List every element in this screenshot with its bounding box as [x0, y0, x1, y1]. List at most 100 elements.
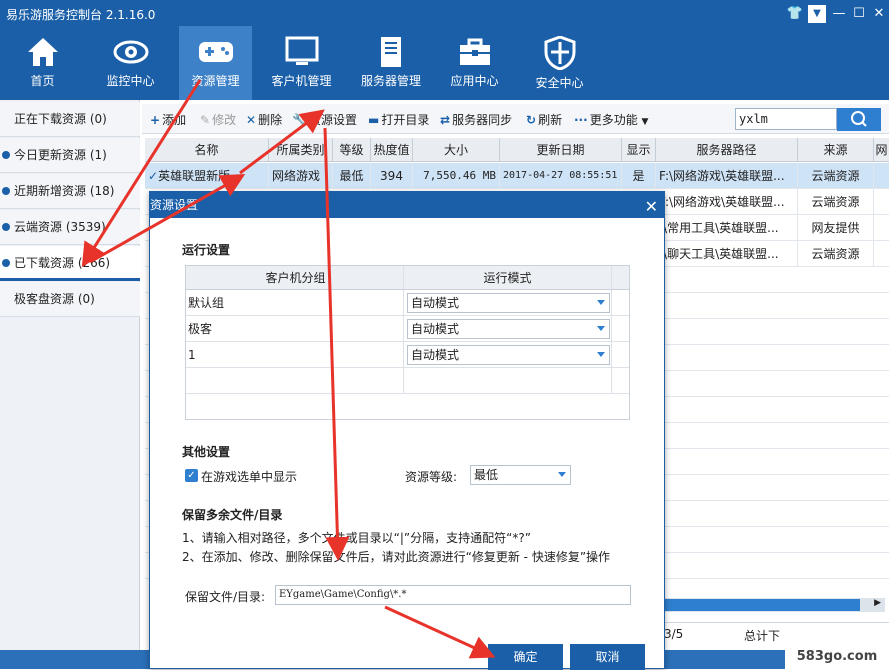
- horizontal-scrollbar[interactable]: ▶: [660, 598, 885, 612]
- bullet-icon: [2, 187, 10, 195]
- client-group-table: 客户机分组 运行模式 默认组 自动模式 极客 自动模式 1 自动模式: [185, 265, 630, 420]
- sidebar-item-geek-disk[interactable]: 极客盘资源 (0): [0, 282, 140, 317]
- chevron-down-icon: [558, 472, 566, 477]
- col-size[interactable]: 大小: [413, 138, 500, 162]
- note-1: 1、请输入相对路径，多个文件或目录以“|”分隔，支持通配符“*?”: [182, 531, 531, 545]
- plus-icon: +: [150, 113, 161, 127]
- add-button[interactable]: + 添加: [150, 111, 186, 128]
- resource-table-header: 名称 所属类别 等级 热度值 大小 更新日期 显示 服务器路径 来源 网: [145, 138, 889, 162]
- maximize-icon[interactable]: ☐: [850, 5, 868, 23]
- search-button[interactable]: [837, 108, 881, 131]
- pencil-icon: ✎: [200, 113, 211, 127]
- bullet-icon: [2, 259, 10, 267]
- col-source[interactable]: 来源: [798, 138, 874, 162]
- chevron-down-icon: [597, 352, 605, 357]
- show-in-menu-checkbox[interactable]: ✓: [185, 469, 198, 482]
- ok-button[interactable]: 确定: [488, 644, 563, 670]
- more-functions-button[interactable]: ··· 更多功能 ▼: [574, 111, 648, 128]
- col-category[interactable]: 所属类别: [269, 138, 333, 162]
- note-2: 2、在添加、修改、删除保留文件后，请对此资源进行“修复更新 - 快速修复”操作: [182, 550, 611, 564]
- scrollbar-thumb[interactable]: [660, 599, 860, 611]
- sidebar: 正在下载资源 (0) 今日更新资源 (1) 近期新增资源 (18) 云端资源 (…: [0, 100, 140, 669]
- edit-button[interactable]: ✎ 修改: [200, 111, 236, 128]
- keep-files-title: 保留多余文件/目录: [182, 508, 283, 522]
- sidebar-item-recently-added[interactable]: 近期新增资源 (18): [0, 174, 140, 209]
- top-navigation-bar: 易乐游服务控制台 2.1.16.0 👕 ▼ — ☐ ✕ 首页 监控中心 资源管理…: [0, 0, 889, 100]
- chevron-down-icon: [597, 300, 605, 305]
- wrench-icon: 🔧: [292, 113, 307, 127]
- sidebar-item-downloading[interactable]: 正在下载资源 (0): [0, 102, 140, 137]
- sync-icon: ⇄: [440, 113, 451, 127]
- eye-icon: [113, 40, 148, 64]
- nav-security-center[interactable]: 安全中心: [523, 26, 596, 100]
- resource-level-label: 资源等级:: [405, 470, 458, 484]
- caret-down-icon: ▼: [641, 117, 649, 127]
- app-title: 易乐游服务控制台 2.1.16.0: [6, 8, 156, 22]
- run-mode-select[interactable]: 自动模式: [407, 345, 610, 365]
- home-icon: [27, 38, 58, 66]
- server-icon: [381, 37, 401, 67]
- scroll-right-icon[interactable]: ▶: [874, 598, 881, 608]
- x-icon: ✕: [246, 113, 257, 127]
- dialog-close-icon[interactable]: ✕: [645, 194, 658, 220]
- other-settings-title: 其他设置: [182, 445, 231, 459]
- gamepad-icon: [198, 42, 233, 62]
- shirt-icon[interactable]: 👕: [786, 5, 804, 23]
- col-name[interactable]: 名称: [145, 138, 269, 162]
- shield-icon: [544, 36, 575, 70]
- watermark: 583go.com: [785, 645, 889, 669]
- table-row[interactable]: 极客 自动模式: [186, 316, 629, 342]
- col-heat[interactable]: 热度值: [371, 138, 413, 162]
- dialog-title-bar: 资源设置 ✕: [150, 192, 664, 218]
- nav-client-management[interactable]: 客户机管理: [265, 26, 338, 100]
- cancel-button[interactable]: 取消: [570, 644, 645, 670]
- col-level[interactable]: 等级: [333, 138, 371, 162]
- table-row: [186, 368, 629, 394]
- search-input[interactable]: yxlm: [735, 108, 837, 130]
- nav-resource-management[interactable]: 资源管理: [179, 26, 252, 100]
- chevron-down-icon: [597, 326, 605, 331]
- resource-level-select[interactable]: 最低: [470, 465, 571, 485]
- sidebar-item-today-updated[interactable]: 今日更新资源 (1): [0, 138, 140, 173]
- table-row[interactable]: ✓英雄联盟新版 网络游戏 最低 394 7,550.46 MB 2017-04-…: [145, 163, 889, 189]
- minimize-icon[interactable]: —: [830, 5, 848, 23]
- delete-button[interactable]: ✕ 删除: [246, 111, 282, 128]
- keep-files-input[interactable]: EYgame\Game\Config\*.*: [275, 585, 631, 605]
- nav-server-management[interactable]: 服务器管理: [351, 26, 431, 100]
- col-run-mode: 运行模式: [404, 266, 612, 289]
- server-sync-button[interactable]: ⇄ 服务器同步: [440, 111, 512, 128]
- check-icon: ✓: [148, 169, 159, 183]
- refresh-icon: ↻: [526, 113, 537, 127]
- folder-icon: ▬: [368, 113, 380, 127]
- nav-home[interactable]: 首页: [6, 26, 79, 100]
- table-row[interactable]: 默认组 自动模式: [186, 290, 629, 316]
- resource-settings-dialog: 资源设置 ✕ 运行设置 客户机分组 运行模式 默认组 自动模式 极客 自动模式 …: [149, 191, 665, 670]
- col-client-group: 客户机分组: [186, 266, 404, 289]
- nav-app-center[interactable]: 应用中心: [438, 26, 511, 100]
- sidebar-item-cloud[interactable]: 云端资源 (3539): [0, 210, 140, 245]
- bullet-icon: [2, 223, 10, 231]
- search-icon: [851, 111, 867, 127]
- table-row[interactable]: 1 自动模式: [186, 342, 629, 368]
- run-mode-select[interactable]: 自动模式: [407, 319, 610, 339]
- bullet-icon: [2, 151, 10, 159]
- dialog-title: 资源设置: [150, 198, 199, 212]
- col-display[interactable]: 显示: [622, 138, 656, 162]
- monitor-icon: [285, 36, 318, 65]
- menu-dropdown-icon[interactable]: ▼: [808, 5, 826, 23]
- sidebar-item-downloaded[interactable]: 已下载资源 (266): [0, 246, 140, 281]
- open-directory-button[interactable]: ▬ 打开目录: [368, 111, 429, 128]
- run-settings-title: 运行设置: [182, 243, 231, 257]
- col-update-date[interactable]: 更新日期: [500, 138, 622, 162]
- col-server-path[interactable]: 服务器路径: [656, 138, 798, 162]
- status-bar: 3/5 总计下: [662, 622, 889, 646]
- resource-settings-button[interactable]: 🔧 资源设置: [292, 111, 357, 128]
- refresh-button[interactable]: ↻ 刷新: [526, 111, 562, 128]
- run-mode-select[interactable]: 自动模式: [407, 293, 610, 313]
- nav-monitor-center[interactable]: 监控中心: [94, 26, 167, 100]
- close-icon[interactable]: ✕: [870, 5, 888, 23]
- col-net[interactable]: 网: [874, 138, 889, 162]
- toolbox-icon: [459, 38, 490, 65]
- ellipsis-icon: ···: [574, 113, 588, 127]
- show-in-menu-label: 在游戏选单中显示: [201, 470, 298, 484]
